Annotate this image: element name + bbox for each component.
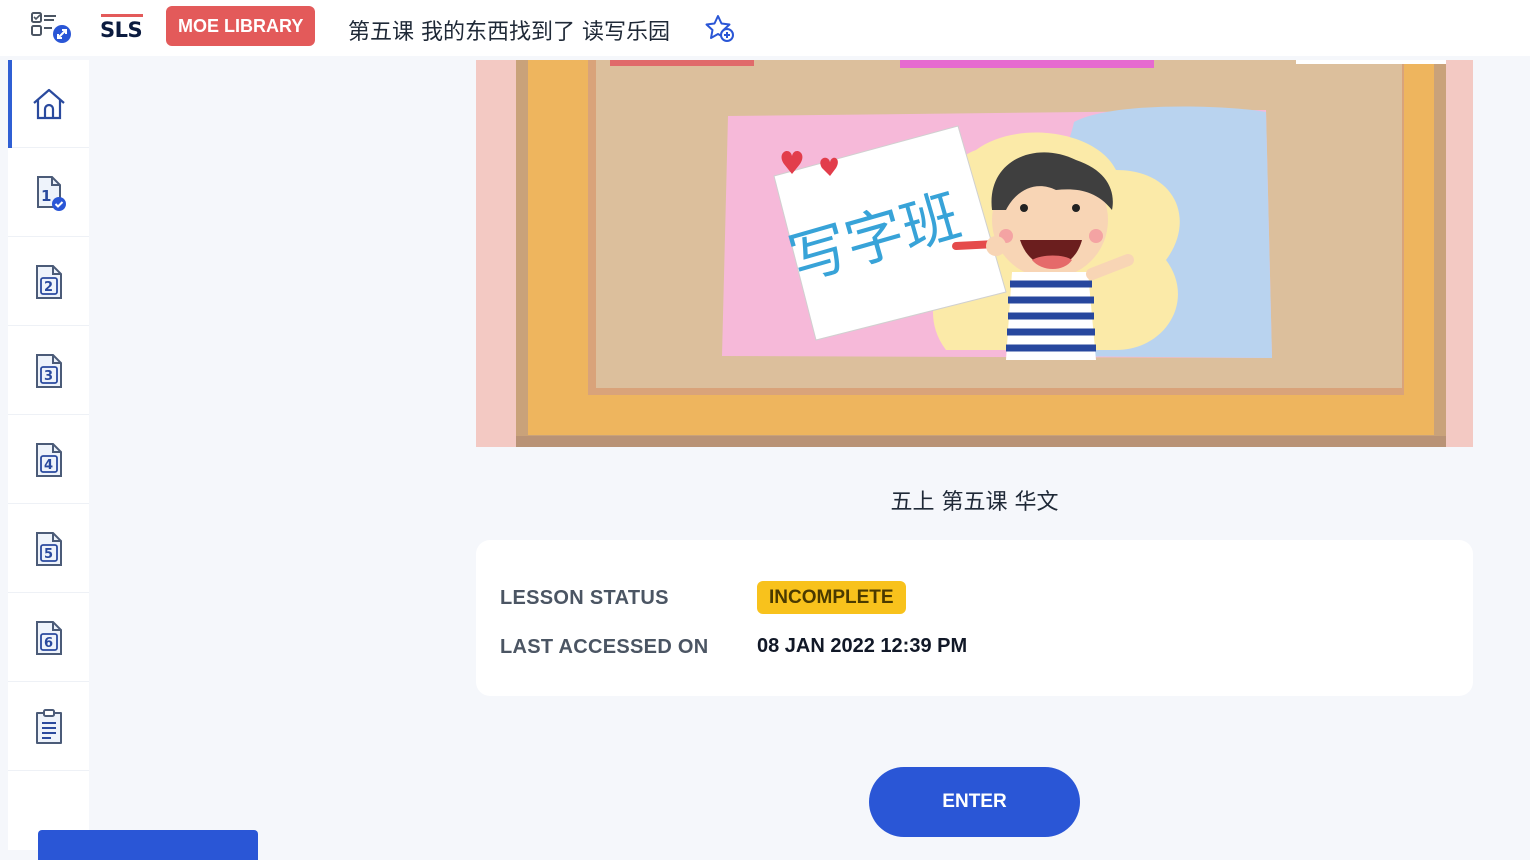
document-list-icon [35, 708, 62, 744]
sidebar-item-page-6[interactable]: 6 [8, 594, 89, 682]
add-favourite-star-icon[interactable] [703, 12, 735, 44]
page-1-completed-icon: 1 [36, 175, 66, 211]
sidebar-item-home[interactable] [8, 60, 89, 148]
sidebar-item-page-1[interactable]: 1 [8, 149, 89, 237]
svg-text:6: 6 [44, 636, 53, 651]
enter-button[interactable]: ENTER [869, 767, 1080, 837]
sidebar-item-document[interactable] [8, 683, 89, 771]
last-accessed-value: 08 JAN 2022 12:39 PM [757, 635, 968, 657]
lesson-banner-image: 写字班 [476, 60, 1473, 447]
last-accessed-label: LAST ACCESSED ON [500, 636, 709, 658]
home-icon [32, 88, 65, 119]
svg-text:2: 2 [44, 280, 53, 295]
page-5-icon: 5 [35, 531, 62, 566]
svg-text:3: 3 [44, 369, 53, 384]
lesson-caption: 五上 第五课 华文 [890, 490, 1059, 515]
sls-logo-text: SLS [100, 18, 143, 42]
top-bar: SLS MOE LIBRARY 第五课 我的东西找到了 读写乐园 [0, 0, 1530, 56]
sidebar-item-page-2[interactable]: 2 [8, 238, 89, 326]
page-2-icon: 2 [35, 264, 62, 299]
sidebar-item-page-5[interactable]: 5 [8, 505, 89, 593]
page-6-icon: 6 [35, 620, 62, 655]
bottom-floating-button[interactable] [38, 830, 258, 860]
lesson-sidebar: 1 2 3 4 5 6 [8, 60, 89, 850]
lesson-title: 第五课 我的东西找到了 读写乐园 [348, 20, 670, 45]
sidebar-item-page-4[interactable]: 4 [8, 416, 89, 504]
svg-text:4: 4 [44, 458, 53, 473]
sidebar-item-page-3[interactable]: 3 [8, 327, 89, 415]
lesson-status-badge: INCOMPLETE [757, 581, 906, 614]
svg-text:5: 5 [44, 547, 53, 562]
page-3-icon: 3 [35, 353, 62, 388]
lesson-menu-icon[interactable] [28, 10, 76, 46]
svg-text:1: 1 [41, 187, 51, 205]
moe-library-badge[interactable]: MOE LIBRARY [166, 6, 316, 46]
lesson-status-label: LESSON STATUS [500, 587, 669, 609]
lesson-status-card: LESSON STATUS INCOMPLETE LAST ACCESSED O… [476, 540, 1473, 696]
page-4-icon: 4 [35, 442, 62, 477]
